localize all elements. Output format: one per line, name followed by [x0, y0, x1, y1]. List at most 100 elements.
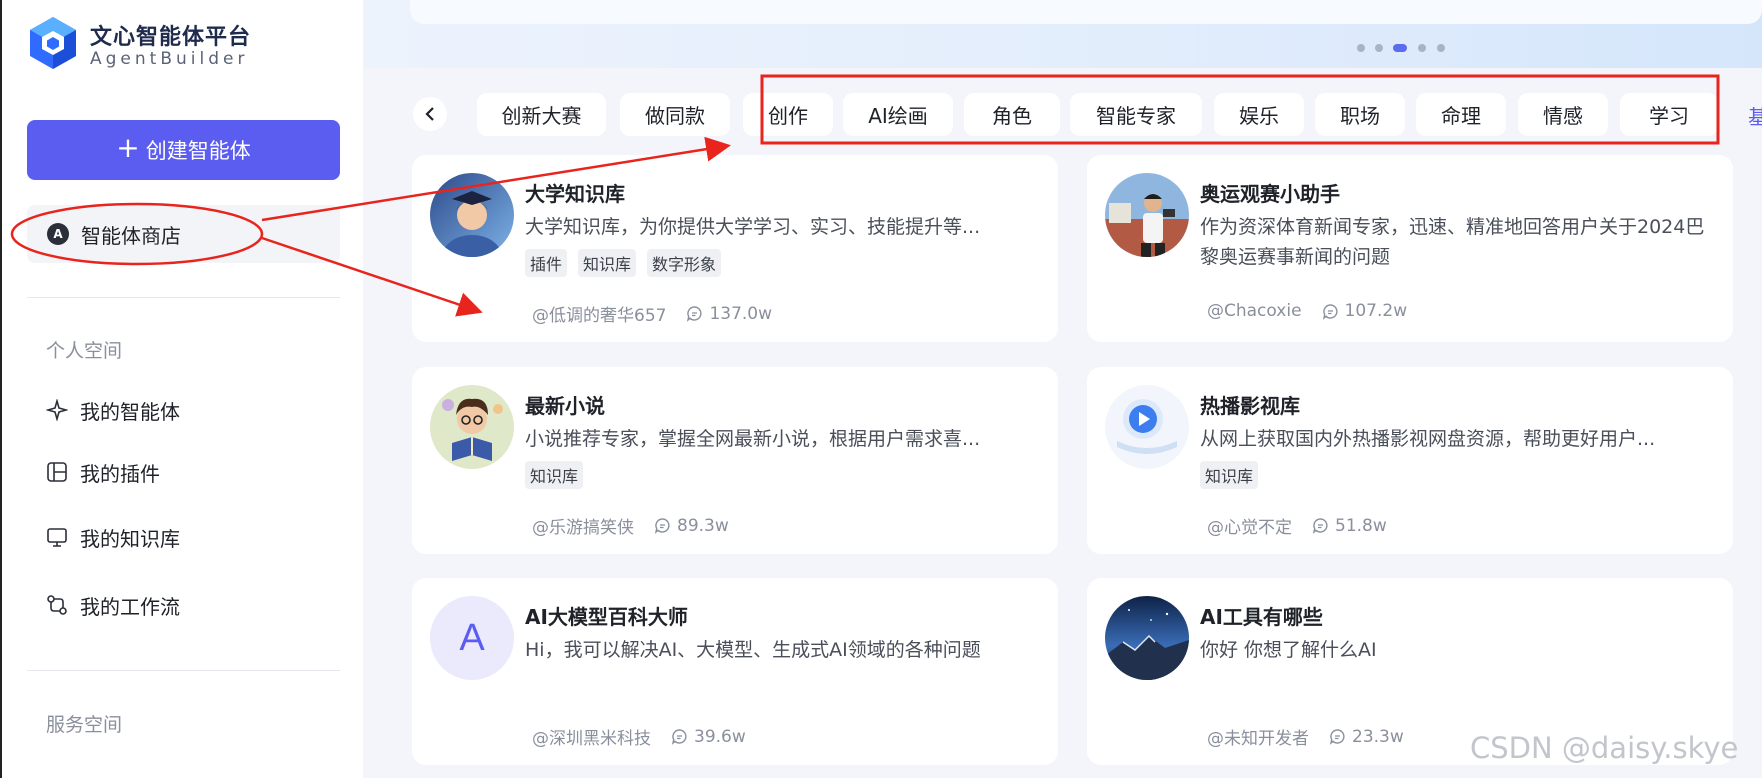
agent-avatar-image [1105, 385, 1189, 469]
agent-avatar-image [430, 173, 514, 257]
agent-meta: @未知开发者 23.3w [1207, 724, 1404, 750]
sidebar-item-my-knowledge-base[interactable]: 我的知识库 [46, 521, 180, 553]
agent-author: @深圳黑米科技 [532, 729, 651, 749]
agent-title: AI大模型百科大师 [525, 605, 688, 629]
carousel-dot[interactable] [1437, 44, 1445, 52]
category-tab[interactable]: 智能专家 [1070, 93, 1202, 136]
watermark: CSDN @daisy.skye [1470, 731, 1739, 765]
sidebar-item-label: 我的知识库 [80, 526, 180, 551]
agent-meta: @低调的奢华657 137.0w [532, 301, 773, 327]
logo-title: 文心智能体平台 [90, 25, 252, 50]
category-tab[interactable]: 情感 [1518, 93, 1608, 136]
category-tab[interactable]: 命理 [1416, 93, 1506, 136]
agent-avatar-image [430, 385, 514, 469]
create-agent-button[interactable]: + 创建智能体 [27, 120, 340, 180]
agent-description: 你好 你想了解什么AI [1200, 639, 1377, 661]
agent-description: 大学知识库，为你提供大学学习、实习、技能提升等... [525, 216, 981, 238]
agent-tags: 知识库 [1200, 461, 1259, 489]
agent-description: 从网上获取国内外热播影视网盘资源，帮助更好用户... [1200, 428, 1656, 450]
agent-usage-count: 51.8w [1335, 515, 1387, 536]
agent-card[interactable]: 最新小说 小说推荐专家，掌握全网最新小说，根据用户需求喜... 知识库 @乐游搞… [412, 367, 1058, 554]
category-tab[interactable]: 职场 [1315, 93, 1405, 136]
agent-tag: 知识库 [578, 249, 637, 277]
agent-usage-count: 107.2w [1344, 301, 1408, 321]
carousel-dot[interactable] [1375, 44, 1383, 52]
personal-space-heading: 个人空间 [46, 340, 123, 362]
agent-meta: @心觉不定 51.8w [1207, 513, 1387, 539]
agent-author: @心觉不定 [1207, 518, 1292, 538]
store-icon: A [47, 223, 69, 245]
carousel-dot[interactable] [1357, 44, 1365, 52]
agent-description: 小说推荐专家，掌握全网最新小说，根据用户需求喜... [525, 428, 981, 450]
category-tab[interactable]: 创新大赛 [477, 93, 606, 136]
sidebar-item-agent-store[interactable]: A 智能体商店 [27, 205, 340, 263]
category-tab[interactable]: AI绘画 [843, 93, 953, 136]
agent-author: @未知开发者 [1207, 729, 1309, 749]
carousel-dot[interactable] [1418, 44, 1426, 52]
category-tab[interactable]: 角色 [964, 93, 1060, 136]
agent-title: 奥运观赛小助手 [1200, 182, 1340, 206]
agent-meta: @乐游搞笑侠 89.3w [532, 513, 729, 539]
workflow-icon [47, 595, 67, 615]
sidebar-item-label: 我的智能体 [80, 399, 180, 424]
sidebar-item-label: 我的工作流 [80, 594, 180, 619]
sparkle-icon [46, 399, 68, 421]
chat-count-icon [1329, 729, 1345, 745]
agent-card[interactable]: 热播影视库 从网上获取国内外热播影视网盘资源，帮助更好用户... 知识库 @心觉… [1087, 367, 1733, 554]
agent-tag: 插件 [525, 249, 568, 277]
agent-meta: @Chacoxie 107.2w [1207, 301, 1407, 321]
agent-description: Hi，我可以解决AI、大模型、生成式AI领域的各种问题 [525, 639, 981, 661]
agent-avatar-image [1105, 596, 1189, 680]
agent-title: 最新小说 [525, 394, 605, 418]
agent-description: 作为资深体育新闻专家，迅速、精准地回答用户关于2024巴黎奥运赛事新闻的问题 [1200, 216, 1705, 268]
knowledge-base-icon [47, 528, 67, 547]
sidebar-item-my-workflows[interactable]: 我的工作流 [46, 589, 180, 621]
agent-usage-count: 23.3w [1352, 726, 1404, 747]
agent-author: @乐游搞笑侠 [532, 518, 634, 538]
banner-slide[interactable] [410, 0, 1762, 24]
agent-tag: 数字形象 [647, 249, 722, 277]
category-prev-button[interactable] [413, 97, 447, 131]
sidebar: 文心智能体平台 AgentBuilder + 创建智能体 A 智能体商店 个人空… [2, 0, 363, 778]
logo-subtitle: AgentBuilder [90, 49, 249, 69]
agent-tag: 知识库 [1200, 461, 1259, 489]
agent-author: @低调的奢华657 [532, 306, 667, 326]
chat-count-icon [1312, 518, 1328, 534]
agent-card[interactable]: 奥运观赛小助手 作为资深体育新闻专家，迅速、精准地回答用户关于2024巴黎奥运赛… [1087, 155, 1733, 342]
category-tab[interactable]: 学习 [1620, 93, 1718, 136]
category-tab[interactable]: 做同款 [620, 93, 730, 136]
agentbuilder-logo-icon [30, 17, 76, 69]
agent-card[interactable]: 大学知识库 大学知识库，为你提供大学学习、实习、技能提升等... 插件 知识库 … [412, 155, 1058, 342]
sidebar-item-label: 智能体商店 [81, 223, 181, 248]
chat-count-icon [687, 306, 703, 322]
create-agent-label: 创建智能体 [145, 139, 251, 163]
agent-avatar-letter: A [430, 596, 514, 680]
agent-avatar-image [1105, 173, 1189, 257]
sidebar-item-my-agents[interactable]: 我的智能体 [46, 394, 180, 426]
service-space-heading: 服务空间 [46, 714, 123, 736]
agent-author: @Chacoxie [1207, 301, 1302, 321]
plugin-icon [47, 462, 67, 482]
chat-count-icon [654, 518, 670, 534]
chat-count-icon [671, 729, 687, 745]
sidebar-divider [27, 670, 340, 671]
category-tab-partial[interactable]: 基 [1748, 101, 1762, 130]
agent-title: AI工具有哪些 [1200, 605, 1323, 629]
agent-meta: @深圳黑米科技 39.6w [532, 724, 746, 750]
plus-icon: + [116, 131, 140, 164]
chat-count-icon [1322, 303, 1338, 320]
category-tab[interactable]: 创作 [743, 93, 833, 136]
agent-usage-count: 89.3w [677, 515, 729, 536]
sidebar-item-my-plugins[interactable]: 我的插件 [46, 456, 160, 488]
agent-usage-count: 39.6w [694, 726, 746, 747]
agent-usage-count: 137.0w [709, 303, 773, 324]
agent-title: 热播影视库 [1200, 394, 1300, 418]
agent-card[interactable]: A AI大模型百科大师 Hi，我可以解决AI、大模型、生成式AI领域的各种问题 … [412, 578, 1058, 765]
agent-tags: 插件 知识库 数字形象 [525, 249, 722, 277]
chevron-left-icon [425, 107, 434, 121]
agent-tags: 知识库 [525, 461, 584, 489]
sidebar-item-label: 我的插件 [80, 461, 160, 486]
sidebar-divider [27, 297, 340, 298]
carousel-dot-active[interactable] [1393, 44, 1407, 52]
category-tab[interactable]: 娱乐 [1214, 93, 1304, 136]
